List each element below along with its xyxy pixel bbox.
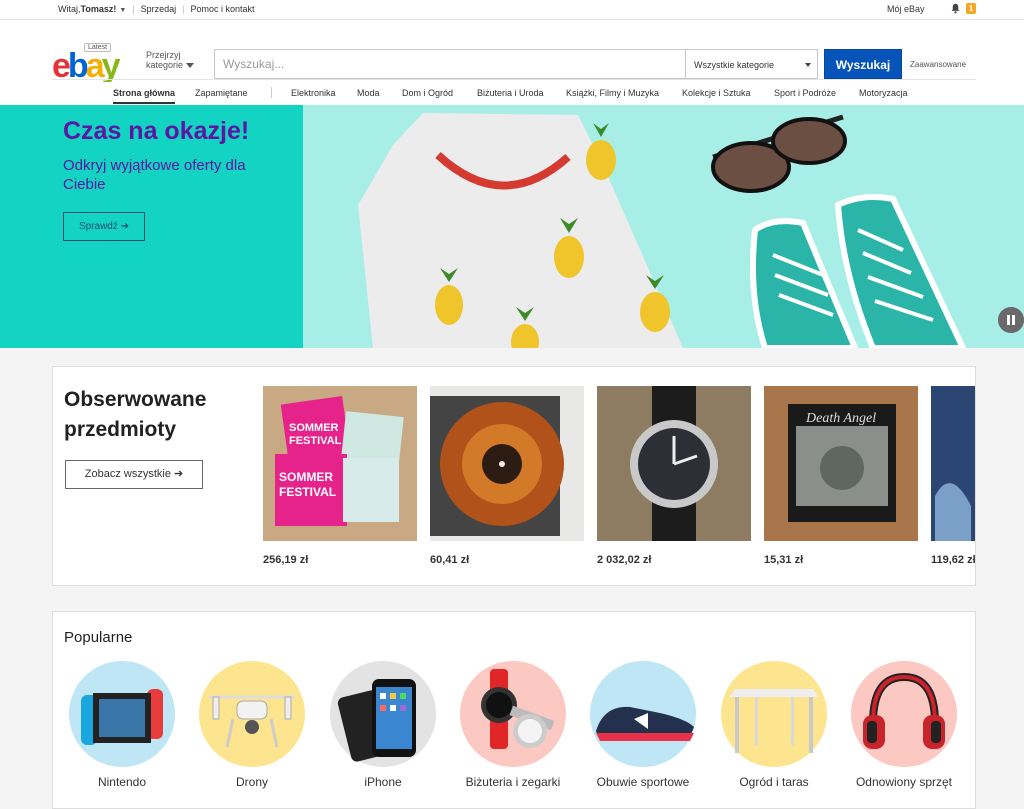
nav-item-saved[interactable]: Zapamiętane (195, 88, 248, 98)
popular-item-label: Odnowiony sprzęt (855, 775, 953, 789)
top-links: Witaj, Tomasz! ▼ | Sprzedaj | Pomoc i kon… (58, 4, 255, 14)
item-price: 15,31 zł (764, 554, 804, 566)
ebay-logo[interactable]: ebay (52, 48, 142, 82)
popular-item-iphone[interactable]: iPhone (323, 661, 443, 789)
popular-item-label: Biżuteria i zegarki (465, 775, 561, 789)
pause-icon[interactable] (998, 307, 1024, 333)
item-price: 2 032,02 zł (597, 554, 652, 566)
popular-item-sneakers[interactable]: Obuwie sportowe (583, 661, 703, 789)
help-link[interactable]: Pomoc i kontakt (191, 4, 255, 14)
hero-cta-button[interactable]: Sprawdź ➔ (63, 212, 145, 241)
search-box (214, 49, 686, 79)
category-nav: Strona główna Zapamiętane Elektronika Mo… (52, 79, 976, 105)
caret-down-icon (805, 63, 811, 67)
watched-title: Obserwowane przedmioty (64, 388, 207, 441)
nav-item-motors[interactable]: Motoryzacja (859, 88, 908, 98)
popular-item-garden[interactable]: Ogród i taras (714, 661, 834, 789)
advanced-search-link[interactable]: Zaawansowane (910, 60, 966, 69)
album-cover-icon: Death Angel (764, 386, 918, 541)
category-select-value: Wszystkie kategorie (694, 60, 775, 70)
divider (271, 87, 272, 98)
sneaker-icon (590, 661, 696, 767)
notification-badge[interactable]: 1 (966, 3, 976, 14)
hero-title: Czas na okazje! (63, 117, 250, 145)
svg-text:FESTIVAL: FESTIVAL (279, 485, 336, 499)
popular-item-label: Obuwie sportowe (596, 775, 690, 789)
search-button[interactable]: Wyszukaj (824, 49, 902, 79)
sunglasses-icon (711, 114, 847, 193)
watched-item[interactable]: 2 032,02 zł (597, 386, 751, 566)
popular-item-drones[interactable]: Drony (192, 661, 312, 789)
gazebo-icon (721, 661, 827, 767)
nav-item-home[interactable]: Strona główna (113, 88, 175, 98)
categories-button[interactable]: Przejrzyj kategorie (146, 50, 195, 70)
svg-text:Death Angel: Death Angel (805, 411, 876, 426)
watched-item[interactable]: SOMMER FESTIVAL SOMMER FESTIVAL 256,19 z… (263, 386, 417, 566)
festival-ticket-icon: SOMMER FESTIVAL SOMMER FESTIVAL (263, 386, 417, 541)
console-icon (69, 661, 175, 767)
popular-item-refurbished[interactable]: Odnowiony sprzęt (844, 661, 964, 789)
popular-item-label: Nintendo (97, 775, 147, 789)
watched-items-card: Obserwowane przedmioty Zobacz wszystkie … (52, 366, 976, 586)
svg-text:ebay: ebay (52, 48, 121, 82)
logo-badge: Latest (84, 43, 112, 52)
headphones-icon (851, 661, 957, 767)
bell-icon[interactable] (950, 3, 961, 14)
watched-carousel: SOMMER FESTIVAL SOMMER FESTIVAL 256,19 z… (263, 386, 975, 576)
svg-text:SOMMER: SOMMER (279, 470, 333, 484)
nav-item-collectibles[interactable]: Kolekcje i Sztuka (682, 88, 751, 98)
hero-image (358, 113, 967, 348)
divider: | (182, 4, 185, 14)
popular-item-nintendo[interactable]: Nintendo (62, 661, 182, 789)
watched-item[interactable]: 119,62 zł (931, 386, 975, 566)
greeting[interactable]: Witaj, Tomasz! ▼ (58, 4, 126, 14)
categories-label-1: Przejrzyj (146, 50, 181, 60)
item-price: 119,62 zł (931, 554, 975, 566)
sell-link[interactable]: Sprzedaj (141, 4, 177, 14)
nav-item-jewelry[interactable]: Biżuteria i Uroda (477, 88, 544, 98)
wristwatch-icon (597, 386, 751, 541)
smartphone-icon (330, 661, 436, 767)
categories-label-2: kategorie (146, 60, 184, 70)
divider: | (132, 4, 135, 14)
nav-item-home-garden[interactable]: Dom i Ogród (402, 88, 453, 98)
caret-down-icon (186, 63, 195, 69)
poster-icon (931, 386, 975, 541)
popular-item-label: iPhone (364, 775, 402, 789)
drone-icon (199, 661, 305, 767)
svg-text:SOMMER: SOMMER (289, 422, 339, 434)
nav-item-books[interactable]: Książki, Filmy i Muzyka (566, 88, 659, 98)
active-tab-underline (113, 102, 175, 104)
nav-item-fashion[interactable]: Moda (357, 88, 380, 98)
watched-item[interactable]: 60,41 zł (430, 386, 584, 566)
nav-item-electronics[interactable]: Elektronika (291, 88, 336, 98)
hero-banner[interactable]: Czas na okazje! Odkryj wyjątkowe oferty … (0, 105, 1024, 348)
tshirt-icon (358, 113, 683, 348)
item-price: 60,41 zł (430, 554, 470, 566)
popular-card: Popularne Nintendo Drony iPhone Biżuteri… (52, 611, 976, 809)
my-ebay-link[interactable]: Mój eBay (887, 4, 925, 14)
hero-subtitle: Odkryj wyjątkowe oferty dla Ciebie (63, 157, 246, 193)
category-select[interactable]: Wszystkie kategorie (685, 49, 818, 79)
svg-text:FESTIVAL: FESTIVAL (289, 435, 342, 447)
greeting-prefix: Witaj, (58, 4, 81, 14)
user-name: Tomasz! (80, 4, 117, 14)
sneakers-icon (749, 194, 967, 348)
top-bar: Witaj, Tomasz! ▼ | Sprzedaj | Pomoc i kon… (0, 0, 1024, 20)
watch-icon (460, 661, 566, 767)
popular-item-jewelry[interactable]: Biżuteria i zegarki (453, 661, 573, 789)
vinyl-record-icon (430, 386, 584, 541)
see-all-button[interactable]: Zobacz wszystkie ➔ (65, 460, 203, 489)
chevron-down-icon: ▼ (119, 7, 127, 14)
watched-item[interactable]: Death Angel 15,31 zł (764, 386, 918, 566)
hero-text-panel: Czas na okazje! Odkryj wyjątkowe oferty … (0, 105, 303, 348)
popular-item-label: Drony (235, 775, 268, 789)
popular-title: Popularne (64, 629, 133, 646)
search-input[interactable] (215, 50, 686, 78)
nav-item-sport[interactable]: Sport i Podróże (774, 88, 836, 98)
popular-item-label: Ogród i taras (739, 775, 809, 789)
item-price: 256,19 zł (263, 554, 309, 566)
